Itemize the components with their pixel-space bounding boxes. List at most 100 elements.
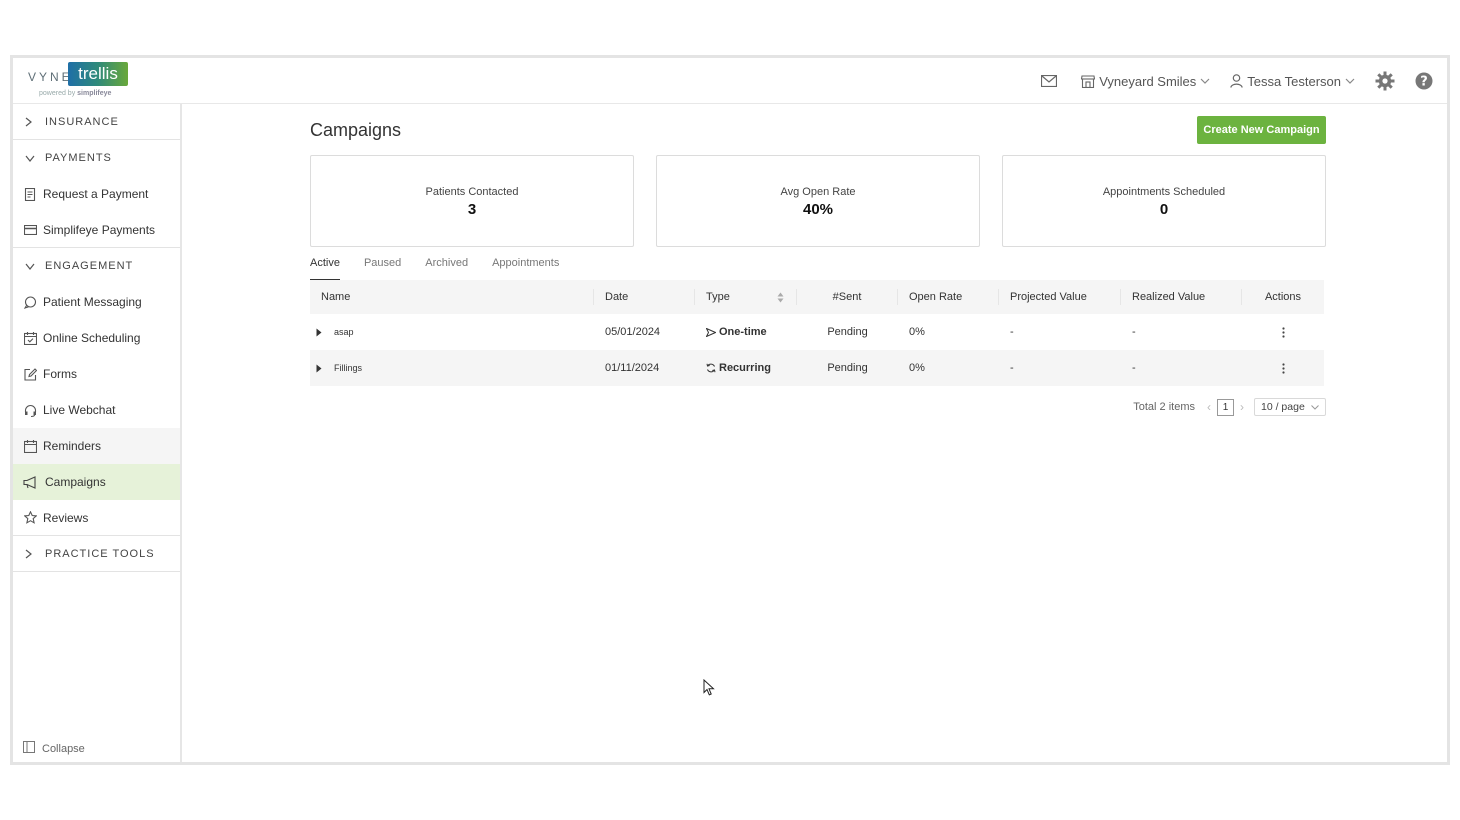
- recurring-icon: [706, 363, 716, 373]
- main-content: Campaigns Create New Campaign Patients C…: [310, 104, 1326, 704]
- pagination-page-1[interactable]: 1: [1217, 398, 1234, 416]
- type-label: One-time: [719, 326, 767, 338]
- help-button[interactable]: ?: [1415, 72, 1433, 90]
- column-header-type[interactable]: Type: [695, 289, 797, 305]
- chevron-right-icon: [25, 117, 37, 127]
- cell-date: 05/01/2024: [605, 326, 661, 338]
- stat-value: 3: [467, 201, 477, 218]
- card-icon: [23, 223, 37, 237]
- practice-name: Vyneyard Smiles: [1099, 73, 1197, 89]
- cell-projected-value: -: [1010, 362, 1014, 374]
- more-vertical-icon[interactable]: [1281, 326, 1285, 338]
- cell-type: One-time: [695, 326, 797, 338]
- sidebar-item-campaigns[interactable]: Campaigns: [13, 464, 180, 500]
- column-header-actions: Actions: [1264, 291, 1302, 303]
- cell-realized-value: -: [1132, 326, 1136, 338]
- top-bar: VYNE trellis powered by simplifeye Vyney…: [13, 58, 1447, 104]
- column-header-sent[interactable]: #Sent: [797, 289, 898, 305]
- row-actions-menu[interactable]: [1242, 362, 1324, 374]
- sidebar-item-request-payment[interactable]: Request a Payment: [13, 176, 180, 212]
- cell-sent: Pending: [827, 326, 868, 338]
- column-header-projected-value[interactable]: Projected Value: [999, 289, 1121, 305]
- pagination-next-button[interactable]: ›: [1240, 400, 1244, 414]
- mail-button[interactable]: [1041, 75, 1058, 87]
- sidebar-item-reviews[interactable]: Reviews: [13, 500, 180, 536]
- simplifeye-text: simplifeye: [77, 90, 112, 97]
- cell-type: Recurring: [695, 362, 797, 374]
- collapse-label: Collapse: [42, 742, 85, 755]
- sidebar-item-label: Online Scheduling: [43, 331, 141, 345]
- user-menu[interactable]: Tessa Testerson: [1230, 74, 1355, 89]
- stat-card-patients-contacted: Patients Contacted 3: [310, 155, 634, 247]
- expand-row-icon[interactable]: [316, 328, 324, 337]
- stat-card-avg-open-rate: Avg Open Rate 40%: [656, 155, 980, 247]
- tab-active[interactable]: Active: [310, 254, 340, 281]
- table-row[interactable]: asap 05/01/2024 One-time Pending 0% - -: [310, 314, 1324, 350]
- megaphone-icon: [23, 475, 37, 489]
- edit-icon: [23, 367, 37, 381]
- chat-icon: [23, 295, 37, 309]
- tab-appointments[interactable]: Appointments: [492, 254, 559, 281]
- sidebar-collapse-icon: [23, 741, 35, 756]
- pagination-total: Total 2 items: [1133, 401, 1195, 413]
- sidebar-section-label: PRACTICE TOOLS: [45, 547, 155, 560]
- sidebar-section-payments[interactable]: PAYMENTS: [13, 140, 180, 176]
- expand-row-icon[interactable]: [316, 364, 324, 373]
- sidebar-item-simplifeye-payments[interactable]: Simplifeye Payments: [13, 212, 180, 248]
- sidebar-item-label: Reminders: [43, 439, 102, 453]
- sidebar-section-label: INSURANCE: [45, 115, 119, 128]
- column-header-type-label: Type: [706, 291, 730, 303]
- sidebar-item-patient-messaging[interactable]: Patient Messaging: [13, 284, 180, 320]
- sidebar-item-forms[interactable]: Forms: [13, 356, 180, 392]
- sidebar-section-engagement[interactable]: ENGAGEMENT: [13, 248, 180, 284]
- practice-selector[interactable]: Vyneyard Smiles: [1081, 74, 1210, 89]
- type-badge: One-time: [706, 326, 767, 338]
- cell-name: Fillings: [310, 363, 594, 373]
- campaign-tabs: Active Paused Archived Appointments: [310, 254, 583, 282]
- tab-paused[interactable]: Paused: [364, 254, 401, 281]
- page-title: Campaigns: [310, 120, 402, 140]
- sort-icon[interactable]: [777, 292, 784, 303]
- column-header-date[interactable]: Date: [594, 289, 695, 305]
- campaign-name[interactable]: Fillings: [334, 363, 362, 373]
- tab-archived[interactable]: Archived: [425, 254, 468, 281]
- powered-by-text: powered by: [39, 90, 76, 97]
- star-icon: [23, 511, 37, 525]
- row-actions-menu[interactable]: [1242, 326, 1324, 338]
- column-header-open-rate[interactable]: Open Rate: [898, 289, 999, 305]
- pagination: Total 2 items ‹ 1 › 10 / page: [1133, 398, 1326, 416]
- stat-label: Patients Contacted: [425, 186, 519, 198]
- create-campaign-button[interactable]: Create New Campaign: [1197, 116, 1326, 144]
- user-icon: [1230, 74, 1244, 88]
- column-header-realized-value[interactable]: Realized Value: [1121, 289, 1242, 305]
- cell-open-rate: 0%: [909, 326, 925, 338]
- table-header: Name Date Type #Sent Open Rate Projected…: [310, 280, 1324, 314]
- table-row[interactable]: Fillings 01/11/2024 Recurring Pending 0%…: [310, 350, 1324, 386]
- sidebar-section-practice-tools[interactable]: PRACTICE TOOLS: [13, 536, 180, 572]
- sidebar-section-insurance[interactable]: INSURANCE: [13, 104, 180, 140]
- cell-open-rate: 0%: [909, 362, 925, 374]
- chevron-right-icon: [25, 549, 37, 559]
- receipt-icon: [23, 187, 37, 201]
- page-size-select[interactable]: 10 / page: [1254, 398, 1326, 416]
- vyne-trellis-logo[interactable]: VYNE trellis powered by simplifeye: [28, 61, 148, 101]
- campaign-name[interactable]: asap: [334, 327, 354, 337]
- sidebar: INSURANCE PAYMENTS Request a Payment Sim…: [13, 104, 182, 762]
- type-label: Recurring: [719, 362, 771, 374]
- chevron-down-icon: [1200, 78, 1210, 84]
- settings-button[interactable]: [1375, 71, 1395, 91]
- collapse-sidebar-button[interactable]: Collapse: [23, 741, 85, 756]
- sidebar-item-online-scheduling[interactable]: Online Scheduling: [13, 320, 180, 356]
- more-vertical-icon[interactable]: [1281, 362, 1285, 374]
- pagination-prev-button[interactable]: ‹: [1207, 400, 1211, 414]
- column-header-name[interactable]: Name: [310, 289, 594, 305]
- sidebar-item-live-webchat[interactable]: Live Webchat: [13, 392, 180, 428]
- cell-projected-value: -: [1010, 326, 1014, 338]
- svg-text:?: ?: [1420, 75, 1428, 90]
- cell-sent: Pending: [827, 362, 868, 374]
- stat-value: 40%: [802, 201, 834, 218]
- sidebar-section-label: ENGAGEMENT: [45, 260, 134, 272]
- stats-cards: Patients Contacted 3 Avg Open Rate 40% A…: [310, 155, 1326, 247]
- sidebar-item-label: Forms: [43, 367, 77, 381]
- sidebar-item-reminders[interactable]: Reminders: [13, 428, 180, 464]
